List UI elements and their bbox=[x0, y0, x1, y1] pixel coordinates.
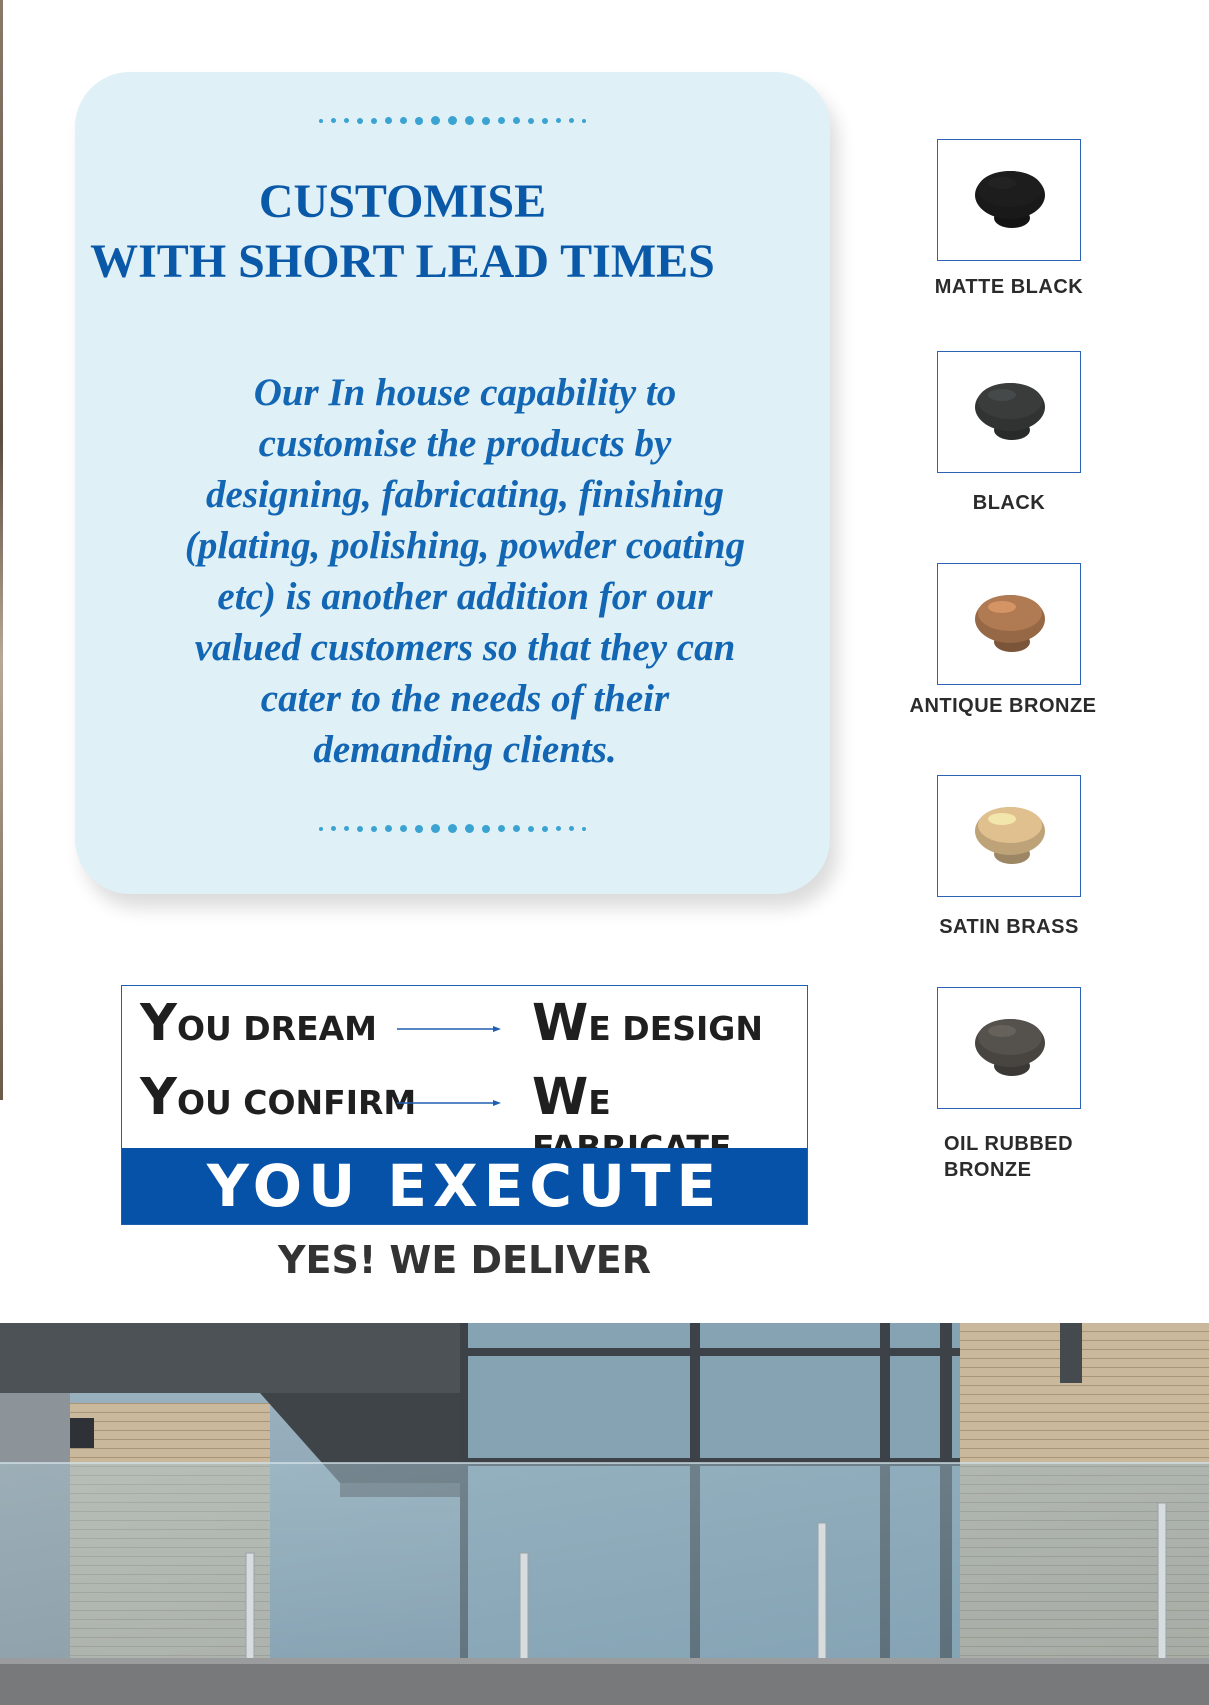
dot bbox=[319, 826, 323, 831]
arrow-right-icon bbox=[397, 1026, 501, 1032]
knob-shape bbox=[988, 1025, 1016, 1037]
knob-shape bbox=[988, 813, 1016, 825]
finish-swatch-satin-brass[interactable] bbox=[937, 775, 1081, 897]
tagline-we-deliver: YES! WE DELIVER bbox=[278, 1238, 651, 1282]
dot bbox=[431, 824, 440, 833]
dot bbox=[431, 116, 440, 125]
dot bbox=[385, 117, 392, 124]
body-line: Our In house capability to bbox=[253, 371, 677, 414]
dot bbox=[569, 826, 574, 831]
dot bbox=[448, 116, 457, 125]
left-page-edge bbox=[0, 0, 3, 1100]
dot bbox=[528, 825, 534, 832]
dot bbox=[400, 825, 407, 832]
body-line: (plating, polishing, powder coating bbox=[184, 524, 746, 567]
dot bbox=[319, 118, 323, 123]
dot bbox=[400, 117, 407, 124]
slogan-you-confirm: YOU CONFIRM bbox=[140, 1068, 416, 1128]
dot bbox=[465, 116, 474, 125]
knob-shape bbox=[978, 1019, 1042, 1055]
info-card: CUSTOMISE WITH SHORT LEAD TIMES Our In h… bbox=[75, 72, 830, 894]
finish-swatch-oil-rubbed-bronze[interactable] bbox=[937, 987, 1081, 1109]
knob-icon bbox=[975, 171, 1045, 228]
body-line: etc) is another addition for our bbox=[217, 575, 713, 618]
knob-shape bbox=[978, 383, 1042, 419]
slogan-cap: Y bbox=[140, 1068, 177, 1127]
dot bbox=[482, 824, 490, 833]
finish-label: SATIN BRASS bbox=[939, 916, 1079, 938]
body-line: valued customers so that they can bbox=[194, 626, 736, 669]
dot bbox=[482, 116, 490, 125]
slogan-row-2: YOU CONFIRM WE FABRICATE bbox=[122, 1068, 807, 1167]
card-body: Our In house capability to customise the… bbox=[145, 367, 785, 775]
knob-shape bbox=[978, 595, 1042, 631]
dot bbox=[542, 825, 548, 832]
slogan-cap: W bbox=[532, 994, 589, 1053]
knob-shape bbox=[988, 601, 1016, 613]
glass-balustrade-photo bbox=[0, 1323, 1209, 1705]
dot bbox=[528, 117, 534, 124]
dot bbox=[513, 117, 520, 124]
dot bbox=[569, 118, 574, 123]
dot bbox=[331, 118, 336, 123]
slogan-row-1: YOU DREAM WE DESIGN bbox=[122, 994, 807, 1054]
slogan-cap: Y bbox=[140, 994, 177, 1053]
slogan-box: YOU DREAM WE DESIGN YOU CONFIRM WE FABRI… bbox=[121, 985, 808, 1225]
dot bbox=[582, 826, 586, 831]
slogan-rest: E DESIGN bbox=[588, 1009, 763, 1048]
slogan-cap: W bbox=[532, 1068, 589, 1127]
dot bbox=[385, 825, 392, 832]
knob-shape bbox=[978, 171, 1042, 207]
slogan-rest: OU CONFIRM bbox=[176, 1083, 417, 1122]
finish-swatch-matte-black[interactable] bbox=[937, 139, 1081, 261]
slogan-we-design: WE DESIGN bbox=[532, 994, 763, 1054]
body-line: cater to the needs of their bbox=[260, 677, 670, 720]
dot bbox=[448, 824, 457, 833]
dot bbox=[498, 825, 505, 832]
finish-label: BLACK bbox=[972, 492, 1046, 514]
decorative-dots-bottom bbox=[75, 824, 830, 833]
dot bbox=[331, 826, 336, 831]
dot bbox=[415, 116, 423, 125]
knob-icon bbox=[975, 1019, 1045, 1076]
finish-label: OIL RUBBED BRONZE bbox=[944, 1133, 1074, 1181]
you-execute-banner: YOU EXECUTE bbox=[122, 1148, 807, 1224]
card-title-line1: CUSTOMISE bbox=[258, 175, 547, 228]
knob-shape bbox=[978, 807, 1042, 843]
decorative-dots-top bbox=[75, 116, 830, 125]
knob-icon bbox=[975, 383, 1045, 440]
body-line: demanding clients. bbox=[313, 728, 617, 771]
body-line: customise the products by bbox=[258, 422, 672, 465]
dot bbox=[542, 117, 548, 124]
dot bbox=[556, 826, 561, 831]
dot bbox=[582, 118, 586, 123]
finish-swatch-antique-bronze[interactable] bbox=[937, 563, 1081, 685]
knob-icon bbox=[975, 807, 1045, 864]
dot bbox=[513, 825, 520, 832]
finish-label: ANTIQUE BRONZE bbox=[909, 695, 1097, 717]
slogan-rest: OU DREAM bbox=[176, 1009, 377, 1048]
card-title: CUSTOMISE WITH SHORT LEAD TIMES bbox=[75, 172, 730, 292]
card-title-line2: WITH SHORT LEAD TIMES bbox=[90, 235, 715, 288]
dot bbox=[344, 826, 349, 831]
dot bbox=[498, 117, 505, 124]
knob-shape bbox=[988, 389, 1016, 401]
dot bbox=[357, 825, 363, 832]
dot bbox=[465, 824, 474, 833]
dot bbox=[357, 117, 363, 124]
dot bbox=[415, 824, 423, 833]
dot bbox=[556, 118, 561, 123]
dot bbox=[371, 117, 377, 124]
knob-shape bbox=[988, 177, 1016, 189]
dot bbox=[344, 118, 349, 123]
finish-label: MATTE BLACK bbox=[934, 276, 1084, 298]
finish-swatch-black[interactable] bbox=[937, 351, 1081, 473]
knob-icon bbox=[975, 595, 1045, 652]
body-line: designing, fabricating, finishing bbox=[206, 473, 724, 516]
arrow-right-icon bbox=[397, 1100, 501, 1106]
dot bbox=[371, 825, 377, 832]
slogan-you-dream: YOU DREAM bbox=[140, 994, 377, 1054]
